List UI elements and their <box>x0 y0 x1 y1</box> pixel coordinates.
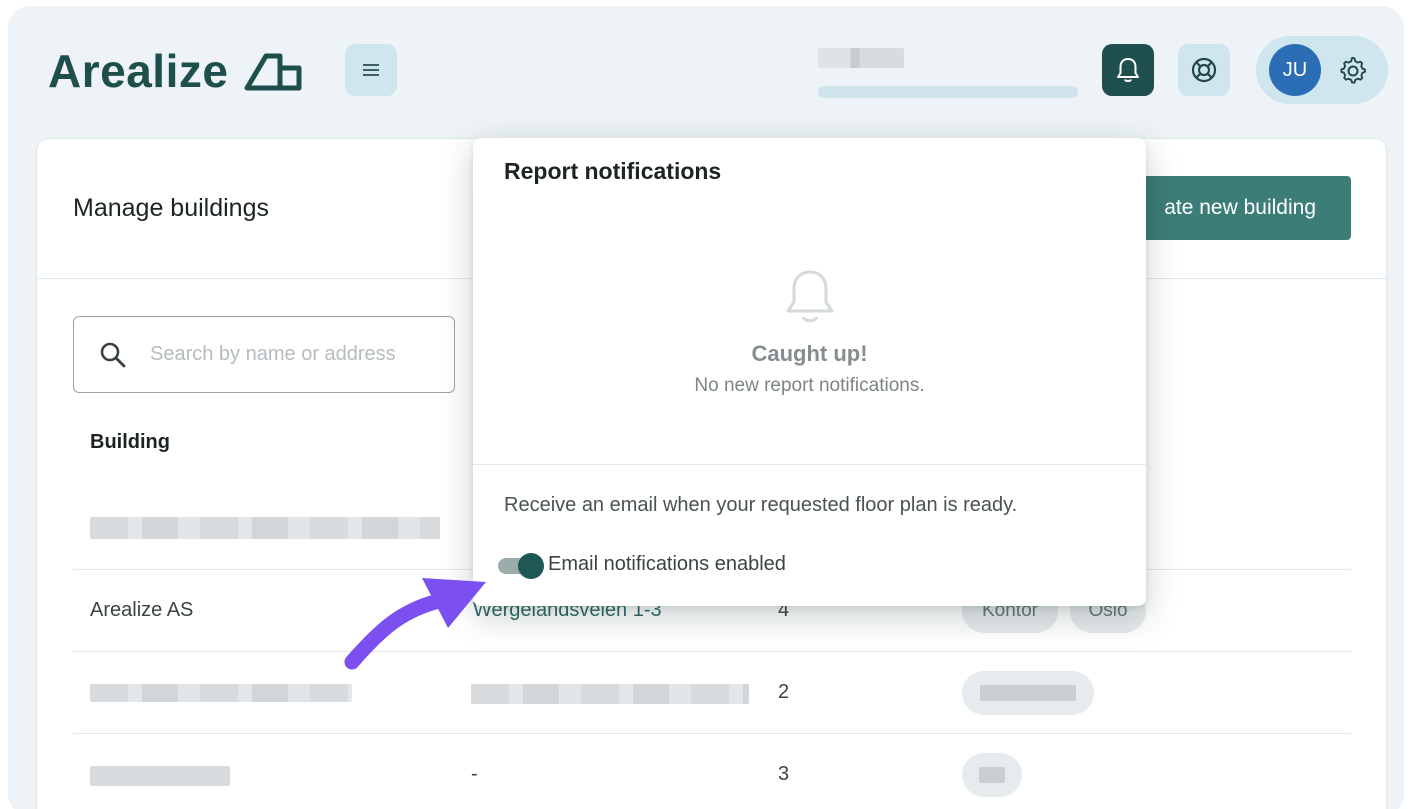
avatar[interactable]: JU <box>1269 44 1321 96</box>
table-row-building-blurred <box>90 684 352 702</box>
table-row-building-blurred <box>90 766 230 786</box>
toggle-label[interactable]: Email notifications enabled <box>548 553 786 576</box>
tag-badge[interactable] <box>962 671 1094 715</box>
blurred-organization-name <box>818 48 904 68</box>
create-building-button[interactable]: ate new building <box>1137 176 1351 240</box>
row-divider <box>73 651 1351 652</box>
logo-mark-icon <box>244 53 302 91</box>
page-title: Manage buildings <box>73 194 269 222</box>
search-input-placeholder[interactable]: Search by name or address <box>150 343 396 366</box>
help-button[interactable] <box>1178 44 1230 96</box>
logo[interactable]: Arealize <box>48 44 302 98</box>
user-menu[interactable]: JU <box>1256 36 1388 104</box>
tag-badge[interactable] <box>962 753 1022 797</box>
table-row-address-blurred <box>471 684 749 704</box>
empty-state-subtitle: No new report notifications. <box>694 375 925 396</box>
logo-text: Arealize <box>48 45 229 97</box>
table-row-building[interactable]: Arealize AS <box>90 599 193 622</box>
popover-title: Report notifications <box>504 158 722 184</box>
table-row-count: 3 <box>778 763 790 785</box>
toggle-knob[interactable] <box>518 553 544 579</box>
column-header-building[interactable]: Building <box>90 431 170 454</box>
popover-divider <box>473 464 1146 465</box>
table-row-building-blurred <box>90 517 440 539</box>
table-row-count: 2 <box>778 681 790 703</box>
tag-label-blurred <box>980 685 1076 701</box>
gear-icon[interactable] <box>1338 56 1368 86</box>
empty-state-title: Caught up! <box>751 341 868 366</box>
menu-button[interactable] <box>345 44 397 96</box>
create-building-button-label: ate new building <box>1164 196 1316 219</box>
hamburger-menu-icon <box>363 64 379 76</box>
annotation-arrow-icon <box>344 578 486 670</box>
search-field[interactable]: Search by name or address <box>73 316 455 393</box>
search-icon <box>100 342 126 367</box>
bell-outline-icon <box>786 270 834 323</box>
row-divider <box>73 733 1351 734</box>
lifebuoy-icon <box>1191 57 1217 83</box>
email-description: Receive an email when your requested flo… <box>504 494 1018 516</box>
notifications-button[interactable] <box>1102 44 1154 96</box>
bell-icon <box>1117 58 1139 82</box>
report-notifications-popover: Report notifications Caught up! No new r… <box>473 138 1146 606</box>
tag-label-blurred <box>979 767 1005 783</box>
email-notifications-toggle[interactable] <box>498 553 544 579</box>
blurred-usage-bar <box>818 86 1078 98</box>
table-row-address[interactable]: - <box>471 763 478 786</box>
